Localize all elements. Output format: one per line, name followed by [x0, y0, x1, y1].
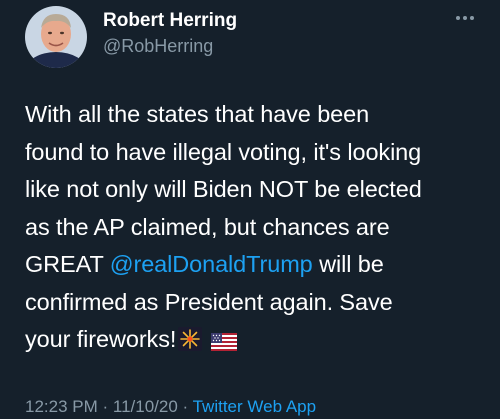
tweet-meta: 12:23 PM · 11/10/20 · Twitter Web App [25, 397, 316, 417]
tweet-source-link[interactable]: Twitter Web App [193, 397, 316, 416]
tweet-line: found to have illegal voting, it's looki… [25, 138, 422, 165]
avatar[interactable] [25, 6, 87, 68]
tweet-line: GREAT @realDonaldTrump will be [25, 246, 490, 284]
tweet-line: With all the states that have been [25, 101, 370, 127]
tweet-text-segment: will be [312, 251, 384, 277]
meta-separator: · [97, 397, 113, 416]
tweet-text-segment: your fireworks! [25, 326, 177, 352]
author-handle[interactable]: @RobHerring [103, 36, 213, 57]
more-options-button[interactable] [452, 8, 478, 28]
meta-separator: · [177, 397, 193, 416]
tweet-text-segment: GREAT [25, 251, 110, 277]
tweet-line: like not only will Biden NOT be elected [25, 176, 422, 202]
tweet-text: With all the states that have been found… [25, 96, 490, 363]
author-display-name[interactable]: Robert Herring [103, 10, 237, 32]
mention-link[interactable]: @realDonaldTrump [110, 251, 313, 277]
tweet-line: as the AP claimed, but chances are [25, 213, 390, 240]
more-options-icon [456, 16, 474, 20]
fireworks-emoji-icon [178, 325, 203, 363]
us-flag-emoji-icon [210, 325, 237, 363]
tweet-line: confirmed as President again. Save [25, 288, 393, 315]
tweet-line: your fireworks! [25, 321, 490, 363]
tweet-time[interactable]: 12:23 PM [25, 397, 98, 416]
tweet-date[interactable]: 11/10/20 [113, 397, 178, 416]
